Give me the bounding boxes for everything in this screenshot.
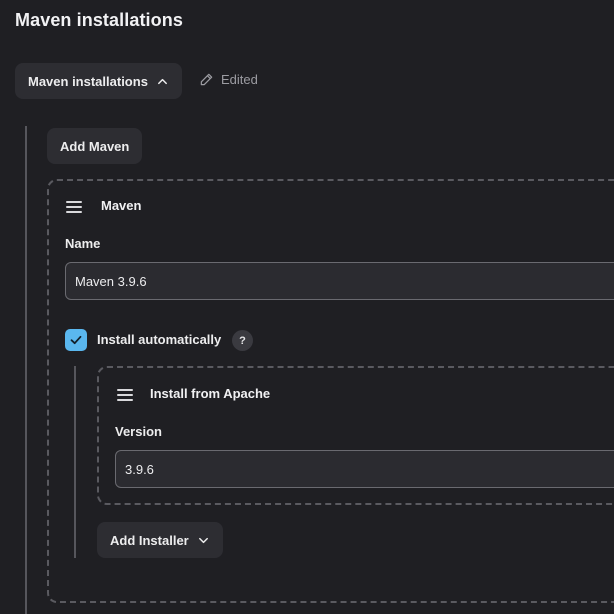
install-automatically-checkbox[interactable] (65, 329, 87, 351)
edited-indicator: Edited (199, 72, 258, 87)
edited-label: Edited (221, 72, 258, 87)
drag-handle-icon[interactable] (66, 201, 82, 213)
chevron-up-icon (157, 78, 167, 84)
section-toggle-label: Maven installations (28, 73, 148, 89)
name-label: Name (65, 236, 101, 251)
add-installer-label: Add Installer (110, 532, 189, 548)
help-icon[interactable]: ? (232, 330, 253, 351)
checkmark-icon (70, 335, 82, 345)
section-rail (25, 126, 27, 614)
pencil-icon (200, 73, 213, 86)
add-installer-button[interactable]: Add Installer (97, 522, 223, 558)
maven-card-header: Maven (101, 198, 142, 213)
drag-handle-icon[interactable] (117, 389, 133, 401)
version-input[interactable]: 3.9.6 (115, 450, 614, 488)
maven-installations-toggle[interactable]: Maven installations (15, 63, 182, 99)
page-title: Maven installations (15, 10, 183, 30)
version-label: Version (115, 424, 162, 439)
add-maven-button[interactable]: Add Maven (47, 128, 143, 164)
installer-card-header: Install from Apache (150, 386, 271, 401)
name-input[interactable]: Maven 3.9.6 (65, 262, 614, 300)
installer-rail (74, 366, 76, 558)
install-automatically-label: Install automatically (97, 332, 222, 347)
chevron-down-icon (198, 537, 208, 543)
